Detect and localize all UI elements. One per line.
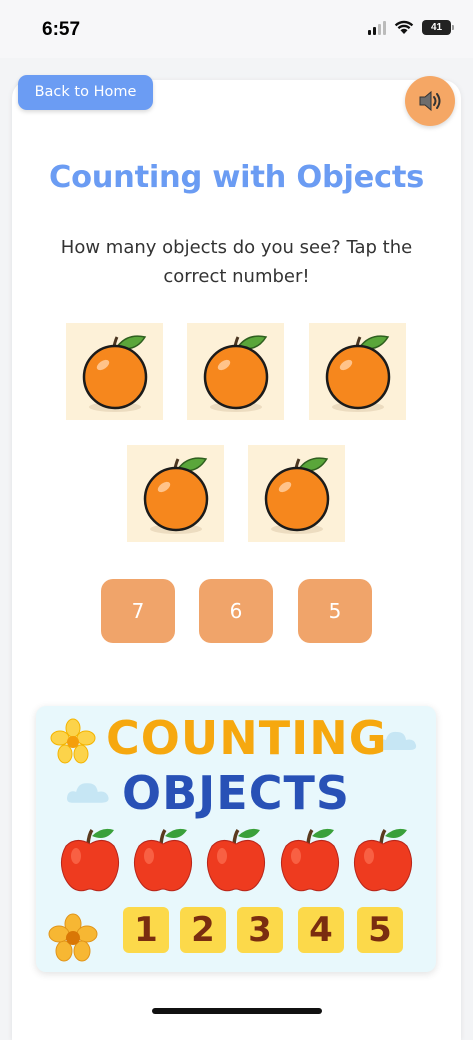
orange-object	[248, 445, 345, 542]
banner-title-line2: OBJECTS	[122, 766, 350, 820]
number-tile: 1	[123, 907, 169, 953]
cellular-signal-icon	[368, 20, 386, 35]
status-bar: 6:57 41	[0, 0, 473, 58]
orange-object	[66, 323, 163, 420]
battery-indicator: 41	[422, 20, 454, 35]
orange-icon	[203, 334, 268, 412]
counting-objects-banner: COUNTING OBJECTS 1 2 3 4 5	[36, 706, 436, 972]
orange-icon	[325, 334, 390, 412]
orange-object	[127, 445, 224, 542]
speaker-icon	[419, 90, 441, 112]
apple-icon	[278, 824, 342, 900]
home-indicator	[152, 1008, 322, 1014]
sound-button[interactable]	[405, 76, 455, 126]
question-text: How many objects do you see? Tap the cor…	[60, 237, 413, 287]
status-time: 6:57	[42, 19, 81, 40]
number-tile: 2	[180, 907, 226, 953]
apple-icon	[58, 824, 122, 900]
apple-icon	[204, 824, 268, 900]
page-title: Counting with Objects	[49, 160, 424, 195]
flower-icon	[48, 913, 98, 962]
back-to-home-button[interactable]: Back to Home	[18, 75, 153, 110]
number-tile: 4	[298, 907, 344, 953]
answer-button-1[interactable]: 7	[101, 579, 175, 643]
orange-icon	[264, 456, 329, 534]
answer-button-2[interactable]: 6	[199, 579, 273, 643]
orange-icon	[143, 456, 208, 534]
orange-object	[187, 323, 284, 420]
orange-icon	[82, 334, 147, 412]
number-tile: 5	[357, 907, 403, 953]
status-icons: 41	[368, 20, 454, 35]
number-tile: 3	[237, 907, 283, 953]
apple-icon	[351, 824, 415, 900]
answer-button-3[interactable]: 5	[298, 579, 372, 643]
wifi-icon	[394, 20, 414, 34]
flower-icon	[50, 718, 96, 764]
orange-object	[309, 323, 406, 420]
banner-title-line1: COUNTING	[106, 711, 388, 765]
apple-icon	[131, 824, 195, 900]
